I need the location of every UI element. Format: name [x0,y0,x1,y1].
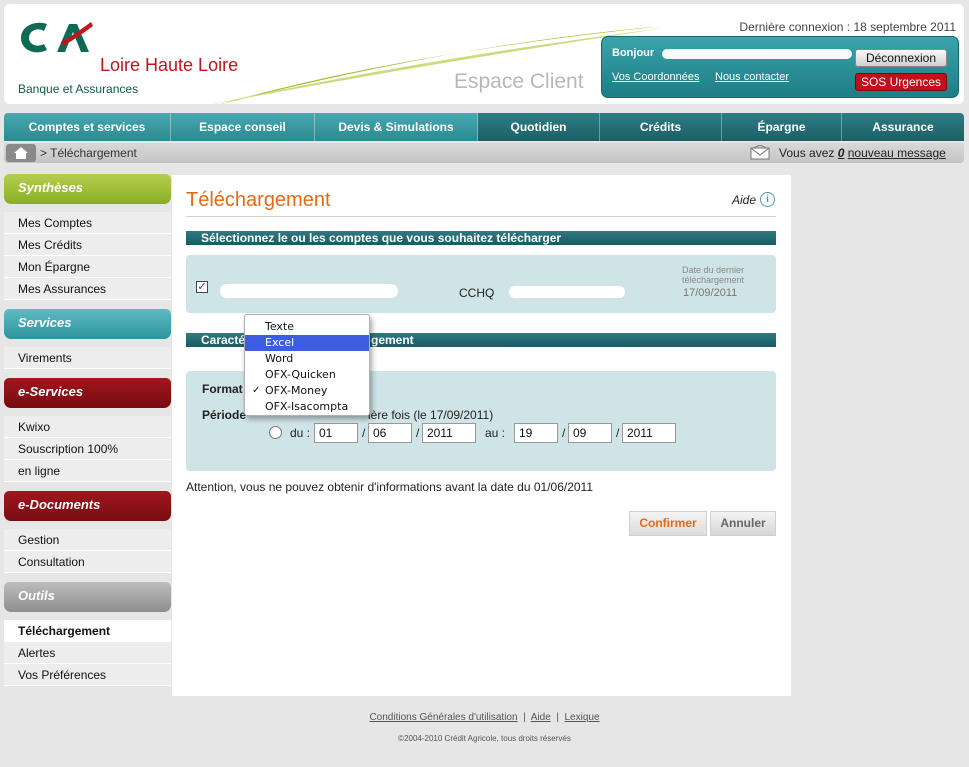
page-title: Téléchargement [186,189,331,211]
sidebar-item-mes-credits[interactable]: Mes Crédits [4,234,171,256]
sidebar-section-services[interactable]: Services [4,309,171,339]
to-day-field[interactable]: 19 [514,423,558,443]
slash: / [562,426,566,440]
footer-link-lexique[interactable]: Lexique [565,712,600,723]
sidebar-item-souscription[interactable]: Souscription 100% [4,438,171,460]
sidebar-section-syntheses[interactable]: Synthèses [4,174,171,204]
user-box: Bonjour Vos Coordonnées Nous contacter D… [601,36,959,98]
from-day-field[interactable]: 01 [314,423,358,443]
home-icon [14,147,28,159]
footer-links: Conditions Générales d'utilisation | Aid… [0,712,969,723]
format-option-ofx-isacompta[interactable]: OFX-Isacompta [245,399,369,415]
footer-link-conditions[interactable]: Conditions Générales d'utilisation [369,712,517,723]
sidebar-item-gestion[interactable]: Gestion [4,529,171,551]
section-accounts-header: Sélectionnez le ou les comptes que vous … [186,231,776,245]
main-content: Téléchargement Aide i Sélectionnez le ou… [172,175,791,696]
message-prefix: Vous avez [779,146,835,160]
home-button[interactable] [6,144,36,162]
to-month-field[interactable]: 09 [568,423,612,443]
sidebar-item-kwixo[interactable]: Kwixo [4,416,171,438]
account-checkbox[interactable]: ✓ [196,281,208,293]
title-divider [186,216,776,217]
from-month-field[interactable]: 06 [368,423,412,443]
sidebar-item-mon-epargne[interactable]: Mon Épargne [4,256,171,278]
period-option-last-download: ière fois (le 17/09/2011) [368,408,494,422]
format-option-ofx-quicken[interactable]: OFX-Quicken [245,367,369,383]
tab-epargne[interactable]: Épargne [722,113,842,141]
sidebar-item-mes-comptes[interactable]: Mes Comptes [4,212,171,234]
footer-separator: | [556,712,559,723]
sidebar-item-mes-assurances[interactable]: Mes Assurances [4,278,171,300]
confirm-button[interactable]: Confirmer [629,511,707,536]
message-link[interactable]: nouveau message [848,146,946,160]
last-login: Dernière connexion : 18 septembre 2011 [739,20,956,34]
format-dropdown-menu[interactable]: Texte Excel Word OFX-Quicken ✓ OFX-Money… [244,314,370,416]
section-characteristics-right: gement [371,333,414,347]
account-type: CCHQ [459,286,495,300]
format-option-ofx-money[interactable]: ✓ OFX-Money [245,383,369,399]
tab-comptes-services[interactable]: Comptes et services [4,113,171,141]
account-row: ✓ CCHQ Date du dernier téléchargement 17… [186,255,776,313]
link-coordonnees[interactable]: Vos Coordonnées [612,71,699,83]
sidebar-item-alertes[interactable]: Alertes [4,642,171,664]
format-option-ofx-money-label: OFX-Money [265,384,328,397]
link-contact[interactable]: Nous contacter [715,71,789,83]
section-characteristics-left: Caracté [201,333,246,347]
redacted-user-name [662,49,852,59]
format-option-excel[interactable]: Excel [245,335,369,351]
mail-icon[interactable] [750,145,770,160]
message-count[interactable]: 0 [838,146,845,160]
redacted-account-name [220,284,398,298]
sidebar-section-eservices[interactable]: e-Services [4,378,171,408]
tab-devis-simulations[interactable]: Devis & Simulations [315,113,478,141]
header: Loire Haute Loire Banque et Assurances E… [4,4,964,104]
footer-link-aide[interactable]: Aide [531,712,551,723]
to-year-field[interactable]: 2011 [622,423,676,443]
last-download-label: Date du dernier téléchargement [682,265,745,285]
last-download-date: 17/09/2011 [683,287,738,299]
redacted-account-number [509,286,625,298]
slash: / [362,426,366,440]
period-from-label: du : [290,426,311,440]
sidebar-item-preferences[interactable]: Vos Préférences [4,664,171,686]
sidebar-item-consultation[interactable]: Consultation [4,551,171,573]
espace-client-label: Espace Client [454,70,584,93]
tab-assurance[interactable]: Assurance [842,113,964,141]
sidebar: Synthèses Mes Comptes Mes Crédits Mon Ép… [4,174,171,686]
breadcrumb: > Téléchargement Vous avez 0 nouveau mes… [4,143,964,163]
period-range-radio[interactable] [269,426,282,439]
message-notice[interactable]: Vous avez 0 nouveau message [779,146,946,160]
slash: / [416,426,420,440]
slash: / [616,426,620,440]
sidebar-item-virements[interactable]: Virements [4,347,171,369]
date-warning: Attention, vous ne pouvez obtenir d'info… [186,480,594,494]
sos-urgences-button[interactable]: SOS Urgences [855,73,947,91]
footer-separator: | [523,712,526,723]
help-link[interactable]: Aide [732,193,756,207]
cancel-button[interactable]: Annuler [710,511,776,536]
tab-credits[interactable]: Crédits [600,113,722,141]
breadcrumb-path: > Téléchargement [40,146,137,160]
period-to-label: au : [485,426,506,440]
sidebar-section-outils[interactable]: Outils [4,582,171,612]
sidebar-item-telechargement[interactable]: Téléchargement [4,620,171,642]
sidebar-item-souscription-line2[interactable]: en ligne [4,460,171,482]
info-icon[interactable]: i [760,192,775,207]
format-option-texte[interactable]: Texte [245,319,369,335]
brand-subtitle: Banque et Assurances [18,82,139,96]
format-label: Format [202,382,243,396]
format-option-word[interactable]: Word [245,351,369,367]
copyright: ©2004-2010 Crédit Agricole, tous droits … [398,734,571,743]
period-label: Période [202,408,247,422]
tab-espace-conseil[interactable]: Espace conseil [171,113,315,141]
top-navigation: Comptes et services Espace conseil Devis… [4,113,964,141]
greeting: Bonjour [612,47,655,59]
logout-button[interactable]: Déconnexion [855,49,947,67]
credit-agricole-logo[interactable] [17,18,93,58]
sidebar-section-edocuments[interactable]: e-Documents [4,491,171,521]
from-year-field[interactable]: 2011 [422,423,476,443]
checkmark-icon: ✓ [252,385,261,396]
tab-quotidien[interactable]: Quotidien [478,113,600,141]
